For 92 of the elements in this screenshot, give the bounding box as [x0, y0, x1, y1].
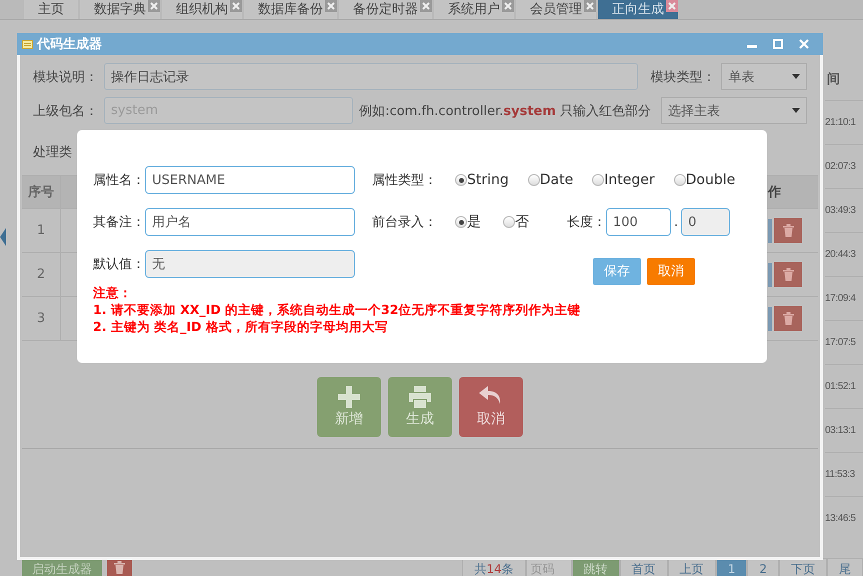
note-text: 1. 请不要添加 XX_ID 的主键，系统自动生成一个32位无序不重复字符序列作为主键: [93, 301, 582, 318]
next-page-button[interactable]: 下页: [779, 558, 827, 576]
time-cell: 11:53:3: [825, 452, 863, 496]
default-value-field[interactable]: 无: [145, 250, 355, 278]
column-header: 间: [826, 71, 841, 89]
field-label: 属性名：: [93, 172, 145, 189]
edit-button[interactable]: [768, 306, 772, 330]
field-label: 前台录入：: [372, 214, 438, 231]
delete-button[interactable]: [774, 262, 802, 287]
close-icon[interactable]: [148, 0, 160, 12]
tab[interactable]: 会员管理: [516, 0, 596, 19]
field-label: 其备注：: [93, 214, 145, 231]
trash-icon: [114, 561, 125, 574]
package-hint: 例如:com.fh.controller.system 只输入红色部分: [359, 102, 652, 120]
radio-button[interactable]: [674, 174, 686, 186]
tab[interactable]: 备份定时器: [339, 0, 432, 19]
radio-label: Double: [686, 172, 736, 188]
cancel-button[interactable]: 取消: [459, 377, 523, 437]
tab[interactable]: 主页: [24, 0, 78, 19]
radio-label: Integer: [604, 172, 655, 188]
printer-icon: [408, 386, 432, 408]
length-field[interactable]: 100: [606, 208, 671, 236]
tab[interactable]: 组织机构: [162, 0, 242, 19]
field-label: 处理类: [33, 145, 72, 160]
trash-icon: [782, 268, 794, 281]
note-text: 注意：: [93, 284, 133, 301]
column-header: 作: [768, 184, 782, 201]
time-cell: 20:44:3: [825, 232, 863, 276]
field-label: 模块类型：: [650, 68, 716, 86]
time-cell: 13:46:5: [825, 496, 863, 540]
time-cell: 17:09:4: [825, 276, 863, 320]
close-icon[interactable]: [420, 0, 432, 12]
delete-button[interactable]: [774, 218, 802, 243]
tab[interactable]: 系统用户: [434, 0, 514, 19]
field-label: 模块说明：: [33, 68, 98, 86]
time-cell: 02:07:3: [825, 144, 863, 188]
dropdown-caret-icon: [792, 74, 800, 79]
table-cell: 3: [22, 297, 61, 340]
module-description-field[interactable]: 操作日志记录: [104, 63, 638, 90]
close-icon: [799, 39, 809, 49]
last-page-button[interactable]: 尾: [827, 558, 863, 576]
window-title: 代码生成器: [37, 36, 103, 53]
radio-button[interactable]: [503, 216, 515, 228]
radio-button[interactable]: [592, 174, 604, 186]
property-name-field[interactable]: USERNAME: [145, 166, 355, 194]
save-button[interactable]: 保存: [593, 258, 641, 284]
main-table-select[interactable]: 选择主表: [661, 97, 807, 124]
edit-button[interactable]: [768, 262, 772, 286]
close-icon[interactable]: [325, 0, 337, 12]
radio-label: Date: [540, 172, 574, 188]
radio-label: 否: [515, 213, 529, 231]
note-text: 2. 主键为 类名_ID 格式，所有字段的字母均用大写: [93, 318, 389, 335]
time-cell: 17:07:5: [825, 320, 863, 364]
delete-button[interactable]: [774, 306, 802, 331]
cancel-button[interactable]: 取消: [647, 258, 695, 284]
radio-button[interactable]: [528, 174, 540, 186]
table-cell: 1: [22, 209, 61, 252]
tab[interactable]: 数据库备份: [244, 0, 337, 19]
close-icon[interactable]: [502, 0, 514, 12]
radio-label: 是: [467, 213, 481, 231]
field-label: 属性类型：: [372, 172, 438, 189]
time-cell: 21:10:1: [825, 100, 863, 144]
decimals-field[interactable]: 0: [681, 208, 730, 236]
close-icon[interactable]: [584, 0, 596, 12]
radio-button[interactable]: [455, 174, 467, 186]
remark-field[interactable]: 用户名: [145, 208, 355, 236]
tab[interactable]: 数据字典: [80, 0, 160, 19]
dropdown-caret-icon: [792, 108, 800, 113]
collapse-arrow-icon[interactable]: [0, 228, 6, 246]
plus-icon: [338, 386, 360, 408]
trash-icon: [782, 312, 794, 325]
trash-icon: [782, 224, 794, 237]
radio-label: String: [467, 172, 509, 188]
close-icon[interactable]: [666, 0, 678, 12]
edit-button[interactable]: [768, 218, 772, 242]
field-label: 上级包名：: [33, 102, 98, 120]
column-header: 序号: [22, 176, 61, 208]
generate-button[interactable]: 生成: [388, 377, 452, 437]
radio-button[interactable]: [455, 216, 467, 228]
time-cell: 03:13:1: [825, 408, 863, 452]
time-cell: 03:49:3: [825, 188, 863, 232]
time-cell: 01:52:1: [825, 364, 863, 408]
maximize-icon: [773, 39, 783, 49]
tab[interactable]: 正向生成: [598, 0, 678, 19]
add-button[interactable]: 新增: [317, 377, 381, 437]
table-cell: 2: [22, 253, 61, 296]
module-type-select[interactable]: 单表: [721, 63, 807, 90]
field-label: 长度：: [567, 214, 606, 231]
close-icon[interactable]: [230, 0, 242, 12]
decimal-point: .: [674, 214, 678, 230]
window-icon: [22, 40, 33, 48]
field-label: 默认值：: [93, 256, 145, 273]
